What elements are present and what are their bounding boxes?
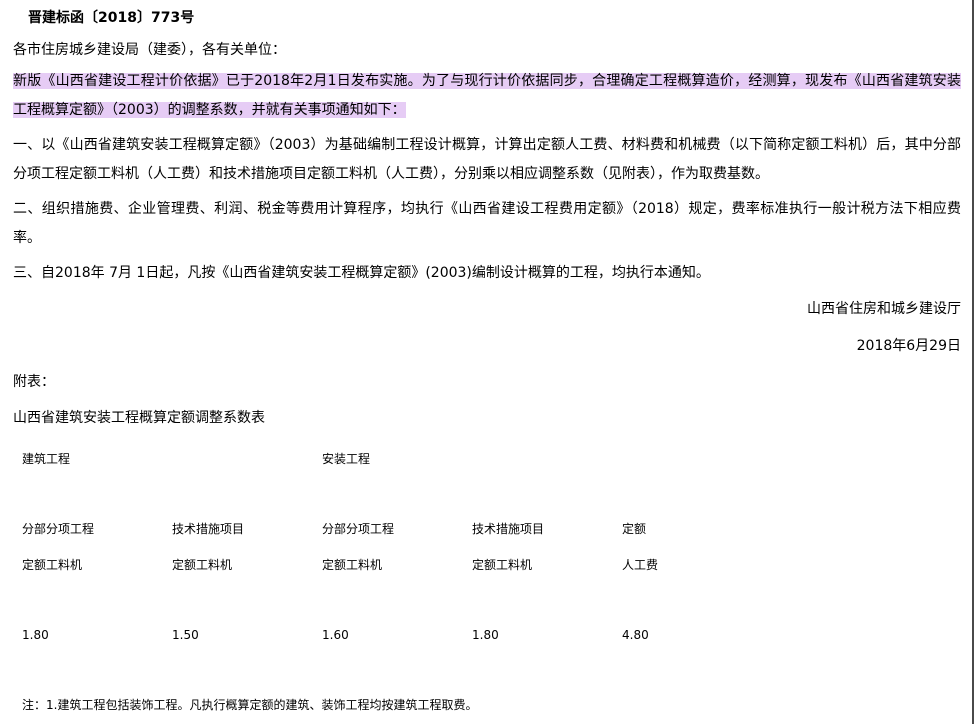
- item-1-paragraph: 一、以《山西省建筑安装工程概算定额》（2003）为基础编制工程设计概算，计算出定…: [13, 137, 961, 182]
- group-header-installation: 安装工程: [322, 452, 371, 466]
- column-subheader: 人工费: [622, 558, 659, 572]
- item-2-paragraph: 二、组织措施费、企业管理费、利润、税金等费用计算程序，均执行《山西省建设工程费用…: [13, 201, 961, 246]
- column-header: 技术措施项目: [472, 522, 545, 536]
- group-header-building: 建筑工程: [22, 452, 71, 466]
- attachment-label: 附表：: [13, 374, 55, 390]
- salutation: 各市住房城乡建设局（建委），各有关单位：: [13, 42, 286, 58]
- table-value: 1.50: [172, 628, 199, 642]
- column-subheader: 定额工料机: [322, 558, 383, 572]
- intro-paragraph: 新版《山西省建设工程计价依据》已于2018年2月1日发布实施。为了与现行计价依据…: [13, 67, 961, 125]
- column-header: 定额: [622, 522, 647, 536]
- table-value: 1.80: [22, 628, 49, 642]
- document-number-title: 晋建标函〔2018〕773号: [28, 10, 195, 26]
- table-value: 1.60: [322, 628, 349, 642]
- highlighted-intro-text: 新版《山西省建设工程计价依据》已于2018年2月1日发布实施。为了与现行计价依据…: [13, 73, 961, 118]
- column-header: 技术措施项目: [172, 522, 245, 536]
- issuer: 山西省住房和城乡建设厅: [807, 301, 961, 317]
- column-subheader: 定额工料机: [22, 558, 83, 572]
- item-3-paragraph: 三、自2018年 7月 1日起，凡按《山西省建筑安装工程概算定额》(2003)编…: [13, 265, 710, 281]
- table-title: 山西省建筑安装工程概算定额调整系数表: [13, 410, 265, 426]
- table-note: 注：1.建筑工程包括装饰工程。凡执行概算定额的建筑、装饰工程均按建筑工程取费。: [22, 698, 478, 712]
- column-header: 分部分项工程: [22, 522, 95, 536]
- document-page: { "doc": { "title": "晋建标函〔2018〕773号", "s…: [0, 0, 974, 724]
- column-subheader: 定额工料机: [472, 558, 533, 572]
- table-value: 4.80: [622, 628, 649, 642]
- issue-date: 2018年6月29日: [856, 338, 961, 354]
- column-subheader: 定额工料机: [172, 558, 233, 572]
- table-value: 1.80: [472, 628, 499, 642]
- column-header: 分部分项工程: [322, 522, 395, 536]
